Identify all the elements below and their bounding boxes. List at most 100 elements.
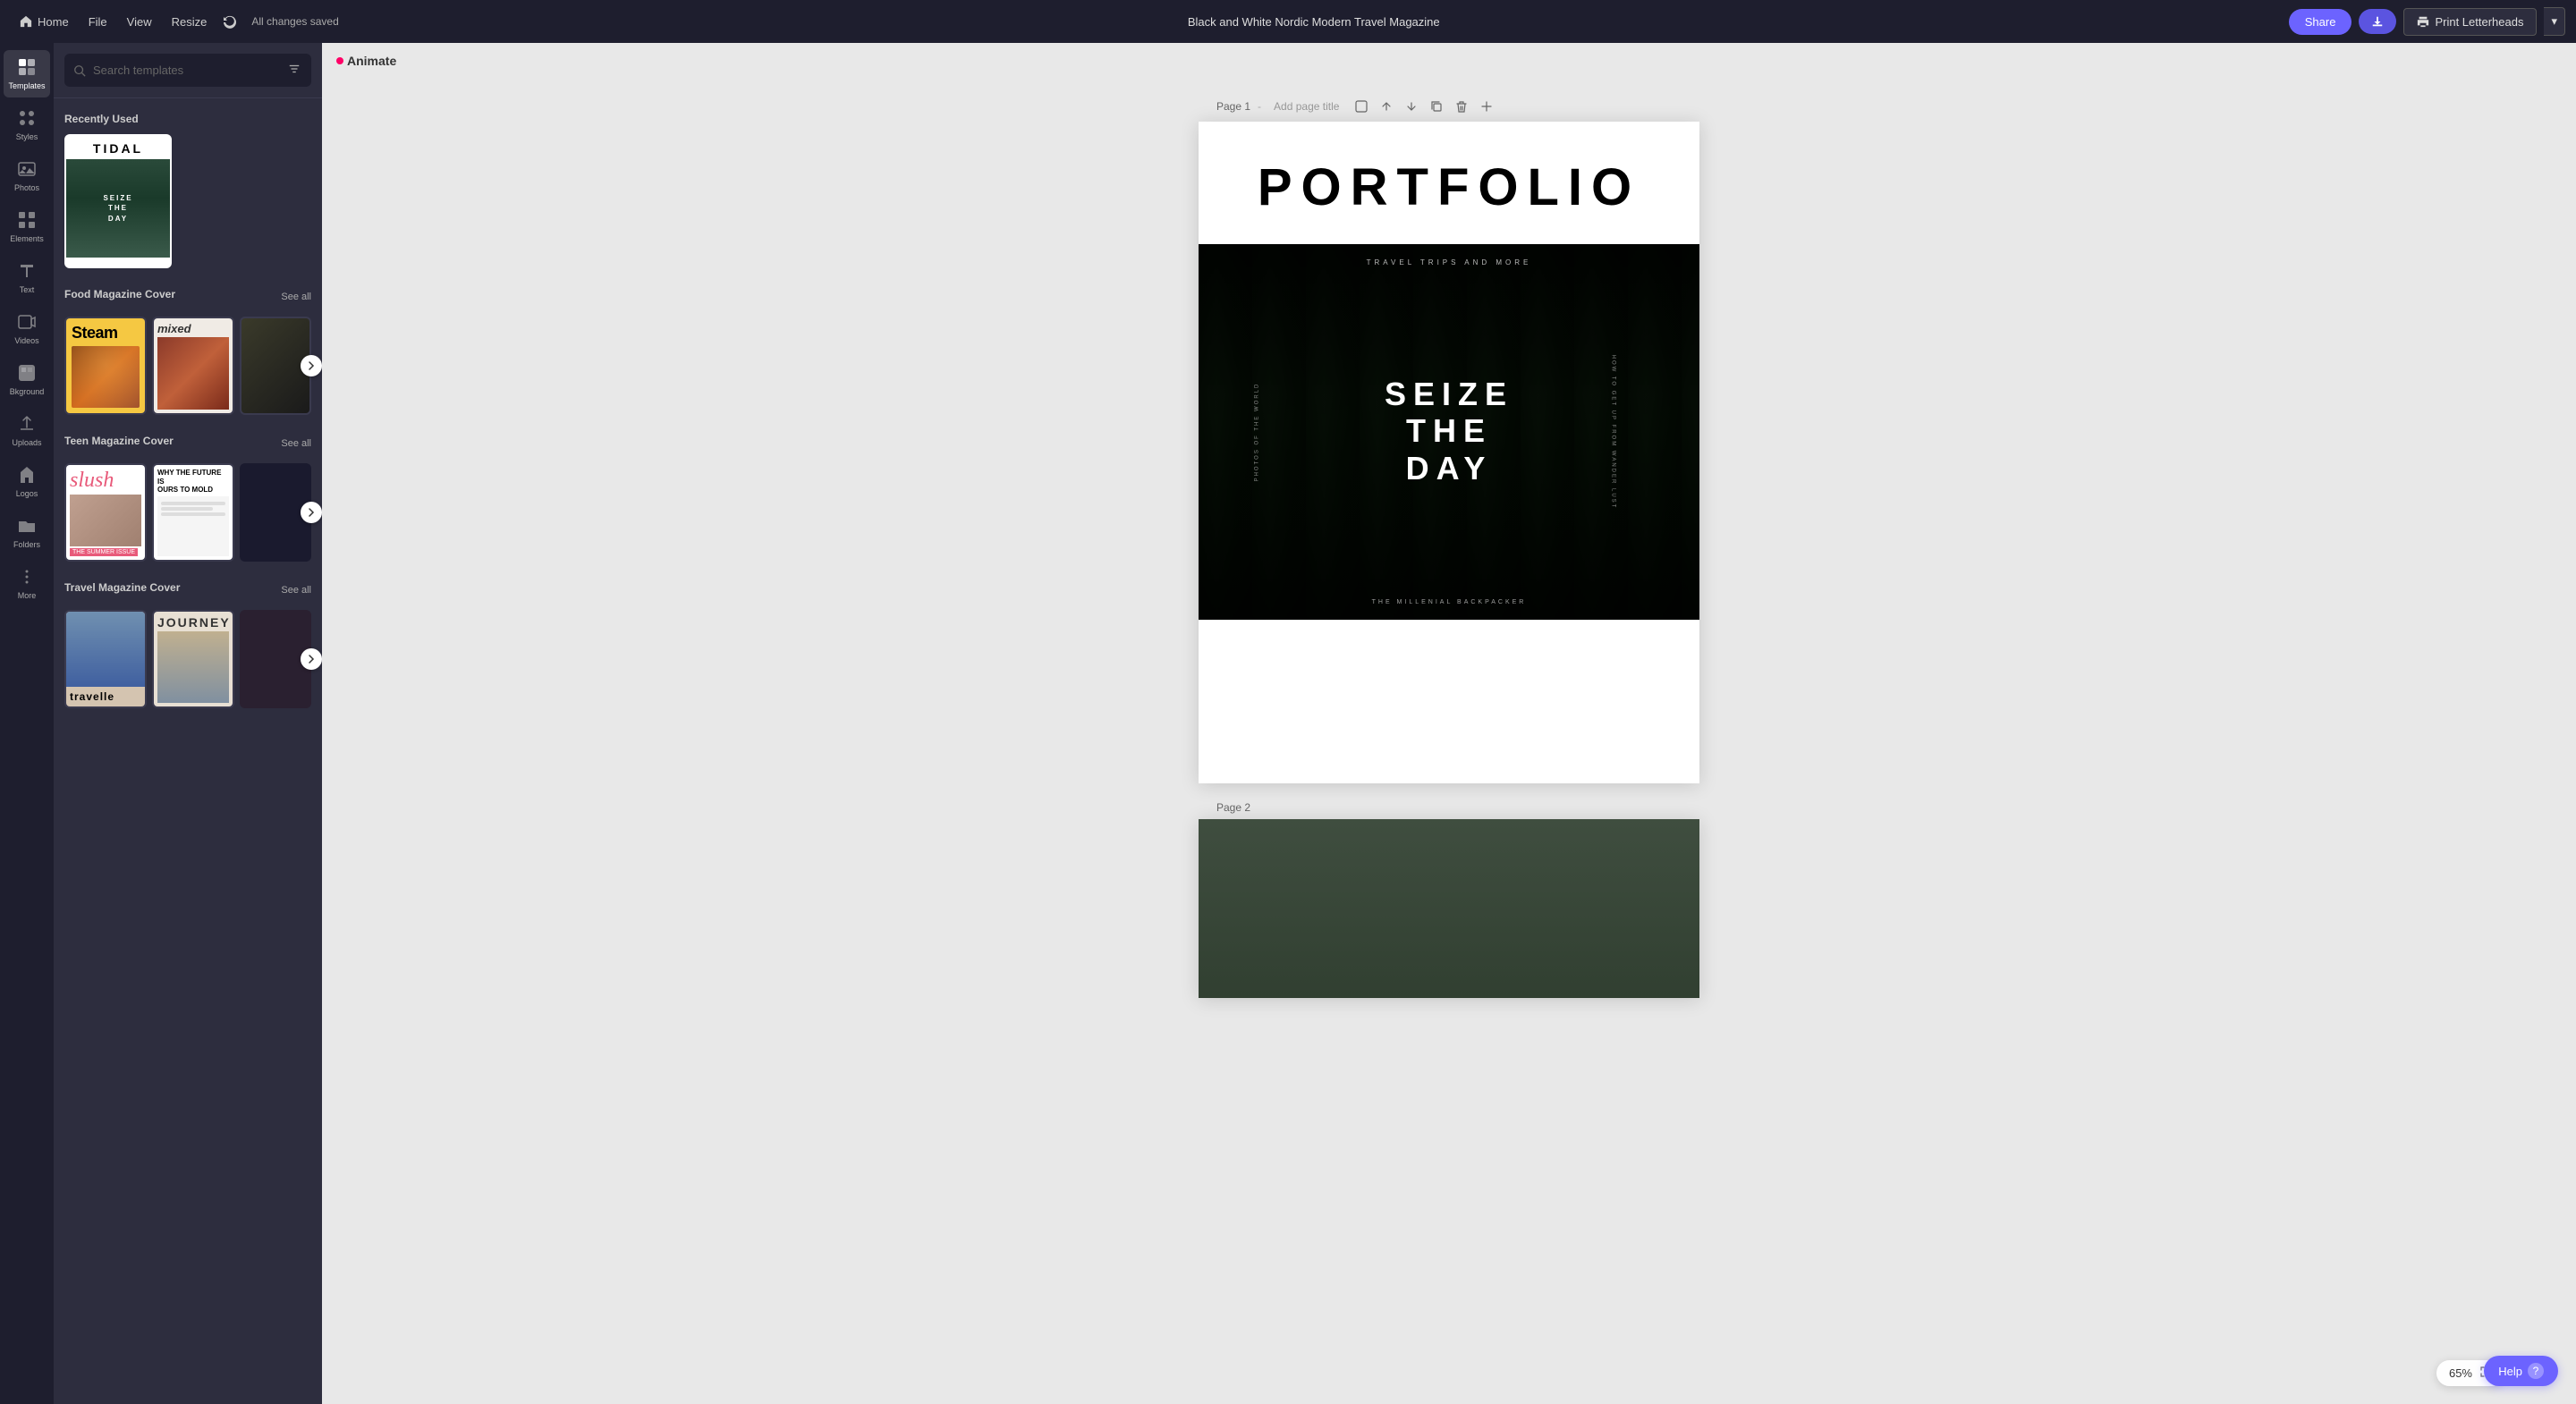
zoom-level: 65% <box>2449 1366 2472 1380</box>
download-button[interactable] <box>2359 9 2396 34</box>
canvas-scroll[interactable]: Page 1 - Add page title <box>322 79 2576 1404</box>
food-template-row: Steam mixed <box>64 317 311 415</box>
share-button[interactable]: Share <box>2289 9 2352 35</box>
sidebar-item-label-folders: Folders <box>13 540 40 549</box>
sidebar-item-label-photos: Photos <box>14 183 39 192</box>
panel-content: Recently Used TIDAL SEIZETHEDAY Food Mag… <box>54 98 322 1404</box>
sidebar-item-label-styles: Styles <box>16 132 38 141</box>
page1-up-btn[interactable] <box>1377 97 1396 116</box>
travel-section-header: Travel Magazine Cover See all <box>64 578 311 603</box>
topbar-nav: Home File View Resize All changes saved <box>11 9 339 34</box>
sidebar-item-templates[interactable]: Templates <box>4 50 50 97</box>
page1-bottom-text: THE MILLENIAL BACKPACKER <box>1199 599 1699 605</box>
page1-copy-btn[interactable] <box>1427 97 1446 116</box>
page1-toolbar <box>1352 97 1496 116</box>
animate-label: Animate <box>347 54 396 68</box>
travelle-label: travelle <box>66 687 145 706</box>
page1-top-text: TRAVEL TRIPS AND MORE <box>1199 258 1699 266</box>
mixed-image <box>157 337 229 410</box>
animate-dot <box>336 57 343 64</box>
food-see-all[interactable]: See all <box>281 292 311 302</box>
page2-container: Page 2 <box>1199 801 1699 998</box>
teen-template-slush[interactable]: slush THE SUMMER ISSUE <box>64 463 147 562</box>
food-section-title: Food Magazine Cover <box>64 288 175 300</box>
sidebar-item-more[interactable]: More <box>4 560 50 607</box>
topbar: Home File View Resize All changes saved … <box>0 0 2576 43</box>
page1-the: THE <box>1385 412 1513 450</box>
food-template-mixed[interactable]: mixed <box>152 317 234 415</box>
sidebar-item-label-videos: Videos <box>14 336 38 345</box>
print-button[interactable]: Print Letterheads <box>2403 8 2537 36</box>
sidebar-item-uploads[interactable]: Uploads <box>4 407 50 454</box>
tidal-image: SEIZETHEDAY <box>66 159 170 258</box>
search-icon <box>73 64 86 77</box>
page1-add-title[interactable]: Add page title <box>1268 98 1344 114</box>
sidebar-item-photos[interactable]: Photos <box>4 152 50 199</box>
print-dropdown-button[interactable]: ▾ <box>2544 7 2565 36</box>
sidebar-item-logos[interactable]: Logos <box>4 458 50 505</box>
undo-button[interactable] <box>217 9 242 34</box>
search-box[interactable] <box>64 54 311 87</box>
page1-center-text: SEIZE THE DAY <box>1385 376 1513 487</box>
sidebar-item-styles[interactable]: Styles <box>4 101 50 148</box>
search-input[interactable] <box>93 63 279 77</box>
travel-template-row: travelle JOURNEY <box>64 610 311 708</box>
file-button[interactable]: File <box>80 10 116 34</box>
sidebar-item-label-more: More <box>18 591 37 600</box>
travel-section: Travel Magazine Cover See all travelle <box>64 578 311 708</box>
teen-template-future[interactable]: WHY THE FUTURE ISOURS TO MOLD <box>152 463 234 562</box>
sidebar-item-label-uploads: Uploads <box>12 438 41 447</box>
teen-see-all[interactable]: See all <box>281 438 311 449</box>
teen-section-title: Teen Magazine Cover <box>64 435 174 447</box>
document-title: Black and White Nordic Modern Travel Mag… <box>343 15 2285 29</box>
travelle-image <box>66 612 145 687</box>
sidebar-item-label-bkground: Bkground <box>10 387 45 396</box>
template-tidal[interactable]: TIDAL SEIZETHEDAY <box>64 134 172 268</box>
page1-add-btn[interactable] <box>1477 97 1496 116</box>
sidebar-item-videos[interactable]: Videos <box>4 305 50 352</box>
teen-next-arrow[interactable] <box>301 502 322 523</box>
search-area <box>54 43 322 98</box>
sidebar-item-elements[interactable]: Elements <box>4 203 50 250</box>
page1-frame-btn[interactable] <box>1352 97 1371 116</box>
sidebar-item-text[interactable]: Text <box>4 254 50 301</box>
design-page-2[interactable] <box>1199 819 1699 998</box>
home-button[interactable]: Home <box>11 10 78 34</box>
page1-image: TRAVEL TRIPS AND MORE SEIZE THE DAY PHOT… <box>1199 244 1699 620</box>
page1-right-text: HOW TO GET UP FROM WANDER LUST <box>1611 355 1616 510</box>
help-icon: ? <box>2528 1363 2544 1379</box>
page2-label: Page 2 <box>1216 801 1250 814</box>
help-button[interactable]: Help ? <box>2484 1356 2558 1386</box>
page1-down-btn[interactable] <box>1402 97 1421 116</box>
page1-label: Page 1 <box>1216 100 1250 113</box>
sidebar-item-label-templates: Templates <box>8 81 45 90</box>
steam-label: Steam <box>72 324 140 343</box>
journey-label: JOURNEY <box>157 615 229 630</box>
resize-button[interactable]: Resize <box>163 10 216 34</box>
sidebar-item-folders[interactable]: Folders <box>4 509 50 556</box>
mixed-label: mixed <box>157 322 229 335</box>
portfolio-text: PORTFOLIO <box>1243 157 1655 217</box>
food-section: Food Magazine Cover See all Steam mixed <box>64 284 311 415</box>
page1-delete-btn[interactable] <box>1452 97 1471 116</box>
templates-panel: Recently Used TIDAL SEIZETHEDAY Food Mag… <box>54 43 322 1404</box>
travel-section-title: Travel Magazine Cover <box>64 581 180 594</box>
design-page-1[interactable]: PORTFOLIO TRAVEL TRIPS AND MORE SEIZE TH… <box>1199 122 1699 783</box>
food-next-arrow[interactable] <box>301 355 322 376</box>
sidebar-item-label-elements: Elements <box>10 234 44 243</box>
view-button[interactable]: View <box>118 10 161 34</box>
travel-see-all[interactable]: See all <box>281 585 311 596</box>
travel-template-journey[interactable]: JOURNEY <box>152 610 234 708</box>
food-template-steam[interactable]: Steam <box>64 317 147 415</box>
page1-day: DAY <box>1385 450 1513 487</box>
travel-next-arrow[interactable] <box>301 648 322 670</box>
sidebar-item-bkground[interactable]: Bkground <box>4 356 50 403</box>
topbar-right: Share Print Letterheads ▾ <box>2289 7 2565 36</box>
slush-image <box>70 495 141 546</box>
animate-bar: Animate <box>322 43 2576 79</box>
animate-button[interactable]: Animate <box>336 54 396 68</box>
travel-template-travelle[interactable]: travelle <box>64 610 147 708</box>
recently-used-section: Recently Used TIDAL SEIZETHEDAY <box>64 113 311 268</box>
page1-container: Page 1 - Add page title <box>1199 97 1699 783</box>
filter-button[interactable] <box>286 61 302 80</box>
